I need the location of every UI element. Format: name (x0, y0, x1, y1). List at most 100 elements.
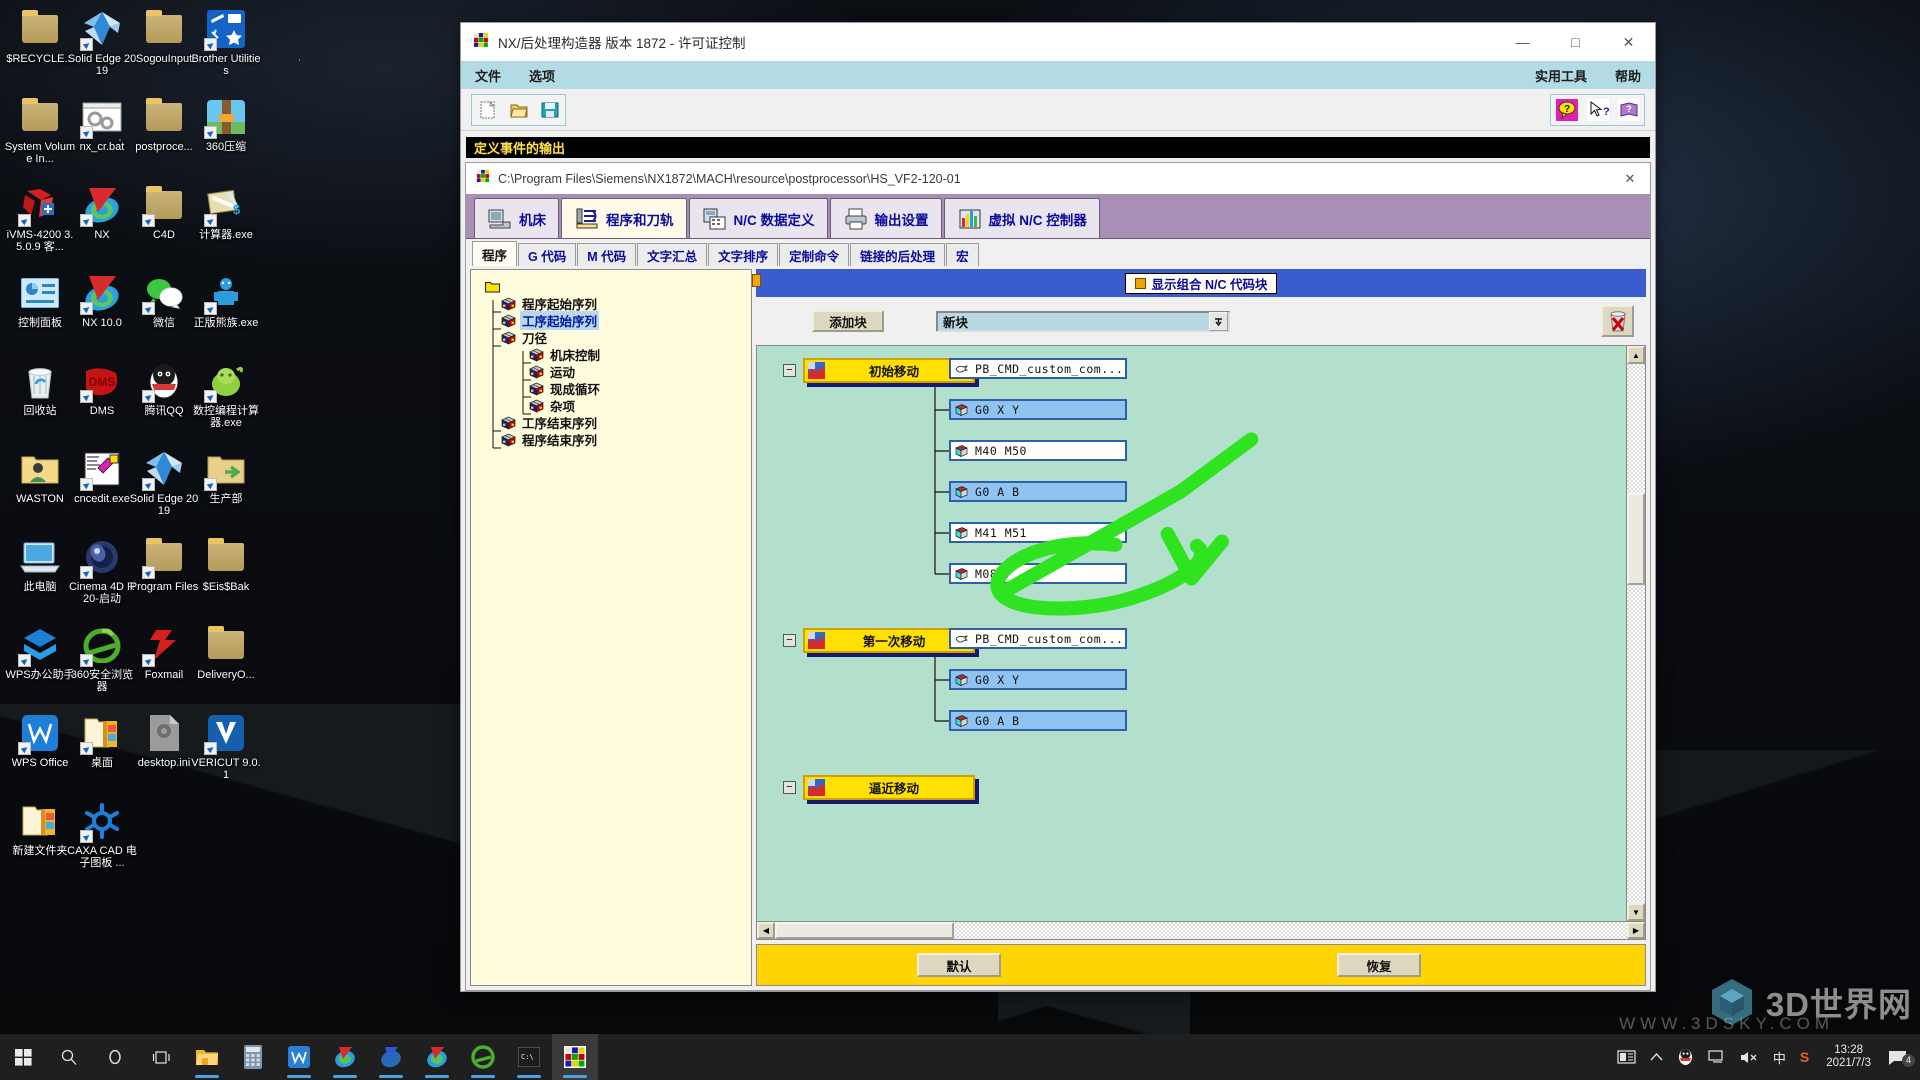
canvas-horizontal-scrollbar[interactable]: ◀ ▶ (756, 922, 1646, 940)
sub-tab-4[interactable]: 文字汇总 (637, 243, 708, 266)
block-leaf-1-6[interactable]: M08 (949, 563, 1127, 584)
minimize-button[interactable]: — (1496, 23, 1549, 61)
open-folder-icon[interactable] (503, 95, 534, 125)
chevron-down-icon[interactable] (1209, 311, 1228, 331)
main-tab-1[interactable]: 机床 (474, 198, 559, 238)
main-tab-5[interactable]: 虚拟 N/C 控制器 (943, 198, 1100, 238)
start-button[interactable] (0, 1034, 46, 1080)
default-button[interactable]: 默认 (917, 953, 1001, 977)
desktop-icon-20[interactable]: 数控编程计算器.exe (190, 360, 262, 440)
taskbar-360-browser[interactable] (460, 1034, 506, 1080)
scroll-right-button[interactable]: ▶ (1627, 922, 1645, 939)
hscroll-track[interactable] (775, 922, 1627, 939)
block-group-box[interactable]: 逼近移动 (803, 775, 975, 800)
scroll-track[interactable] (1627, 364, 1645, 903)
desktop-icon-8[interactable]: 360压缩 (190, 96, 262, 176)
collapse-expander-icon[interactable]: − (783, 364, 796, 377)
sub-tab-6[interactable]: 定制命令 (779, 243, 850, 266)
taskbar-post-builder[interactable] (552, 1034, 598, 1080)
scroll-down-button[interactable]: ▼ (1627, 903, 1645, 921)
block-leaf-1-2[interactable]: G0 X Y (949, 399, 1127, 420)
task-view-button[interactable] (138, 1034, 184, 1080)
event-tree-pane[interactable]: 程序起始序列 工序起始序列 刀径 机床控制 运动 现成循环 杂项 工序结束序列 … (470, 269, 752, 986)
hscroll-thumb[interactable] (775, 922, 954, 939)
taskbar-calculator[interactable] (230, 1034, 276, 1080)
tree-root[interactable] (485, 278, 751, 295)
menu-help[interactable]: 帮助 (1601, 66, 1655, 85)
desktop-icon-32[interactable]: DeliveryO... (190, 624, 262, 704)
volume-icon[interactable] (1733, 1050, 1766, 1065)
main-tab-2[interactable]: 程序和刀轨 (561, 198, 687, 238)
help-balloon-icon[interactable]: ? (1551, 95, 1582, 125)
sogou-icon[interactable]: S (1793, 1049, 1816, 1065)
document-close-button[interactable]: ✕ (1610, 163, 1650, 194)
action-center-button[interactable]: 4 (1881, 1049, 1915, 1067)
block-leaf-1-4[interactable]: G0 A B (949, 481, 1127, 502)
menu-utilities[interactable]: 实用工具 (1521, 66, 1601, 85)
show-hidden-icons-chevron[interactable] (1643, 1052, 1670, 1062)
drag-handle[interactable] (752, 274, 761, 287)
block-group-1[interactable]: − 初始移动 (783, 358, 975, 383)
block-leaf-1-1[interactable]: PB_CMD_custom_com... (949, 358, 1127, 379)
block-group-2[interactable]: − 第一次移动 (783, 628, 975, 653)
tree-item-4[interactable]: 机床控制 (529, 346, 751, 363)
maximize-button[interactable]: □ (1549, 23, 1602, 61)
sub-tab-1[interactable]: 程序 (472, 241, 518, 266)
desktop-icon-36[interactable]: VERICUT 9.0.1 (190, 712, 262, 792)
menu-options[interactable]: 选项 (515, 66, 569, 85)
main-tab-3[interactable]: N/C 数据定义 (688, 198, 828, 238)
taskbar-wps[interactable] (276, 1034, 322, 1080)
desktop-icon-12[interactable]: $ 计算器.exe (190, 184, 262, 264)
collapse-expander-icon[interactable]: − (783, 634, 796, 647)
news-icon[interactable] (1610, 1049, 1643, 1065)
new-document-icon[interactable] (472, 95, 503, 125)
tree-item-9[interactable]: 程序结束序列 (501, 431, 751, 448)
block-leaf-1-3[interactable]: M40 M50 (949, 440, 1127, 461)
tree-item-2[interactable]: 工序起始序列 (501, 311, 751, 330)
floppy-save-icon[interactable] (534, 95, 565, 125)
desktop-icon-38[interactable]: CAXA CAD 电子图板 ... (66, 800, 138, 880)
canvas-vertical-scrollbar[interactable]: ▲ ▼ (1627, 345, 1646, 922)
window-title-bar[interactable]: NX/后处理构造器 版本 1872 - 许可证控制 — □ ✕ (461, 23, 1655, 61)
tree-item-6[interactable]: 现成循环 (529, 380, 751, 397)
sub-tab-7[interactable]: 链接的后处理 (850, 243, 946, 266)
desktop-icon-4[interactable]: Brother Utilities (190, 8, 262, 88)
cortana-button[interactable] (92, 1034, 138, 1080)
scroll-thumb[interactable] (1627, 493, 1645, 585)
taskbar-nx-blue[interactable] (368, 1034, 414, 1080)
add-block-button[interactable]: 添加块 (812, 310, 884, 332)
ime-icon[interactable]: 中 (1766, 1048, 1793, 1067)
sub-tab-5[interactable]: 文字排序 (708, 243, 779, 266)
block-leaf-2-2[interactable]: G0 X Y (949, 669, 1127, 690)
desktop-icon-24[interactable]: 生产部 (190, 448, 262, 528)
qq-tray-icon[interactable] (1670, 1048, 1701, 1066)
scroll-left-button[interactable]: ◀ (757, 922, 775, 939)
block-leaf-2-1[interactable]: PB_CMD_custom_com... (949, 628, 1127, 649)
network-icon[interactable] (1701, 1049, 1733, 1065)
taskbar-nx-1[interactable] (322, 1034, 368, 1080)
document-title-bar[interactable]: C:\Program Files\Siemens\NX1872\MACH\res… (466, 163, 1650, 194)
block-leaf-1-5[interactable]: M41 M51 (949, 522, 1127, 543)
sub-tab-8[interactable]: 宏 (946, 243, 979, 266)
block-type-combo[interactable]: 新块 (936, 310, 1230, 332)
tree-item-3[interactable]: 刀径 (501, 329, 751, 346)
taskbar-file-explorer[interactable] (184, 1034, 230, 1080)
help-book-icon[interactable]: ? (1613, 95, 1644, 125)
desktop-icon-28[interactable]: $Eis$Bak (190, 536, 262, 616)
clock[interactable]: 13:28 2021/7/3 (1816, 1044, 1881, 1070)
restore-button[interactable]: 恢复 (1337, 953, 1421, 977)
sub-tab-2[interactable]: G 代码 (518, 243, 577, 266)
taskbar-console[interactable]: C:\ (506, 1034, 552, 1080)
block-canvas[interactable]: − 初始移动 PB_CMD_custom_com... G0 X Y M40 M… (756, 345, 1627, 922)
block-leaf-2-3[interactable]: G0 A B (949, 710, 1127, 731)
taskbar-nx-2[interactable] (414, 1034, 460, 1080)
delete-block-button[interactable] (1601, 305, 1634, 337)
menu-file[interactable]: 文件 (461, 66, 515, 85)
sub-tab-3[interactable]: M 代码 (577, 243, 637, 266)
close-button[interactable]: ✕ (1602, 23, 1655, 61)
block-group-3[interactable]: − 逼近移动 (783, 775, 975, 800)
search-button[interactable] (46, 1034, 92, 1080)
tree-item-7[interactable]: 杂项 (529, 397, 751, 414)
tree-item-1[interactable]: 程序起始序列 (501, 295, 751, 312)
combined-nc-block-chip[interactable]: 显示组合 N/C 代码块 (1124, 272, 1278, 294)
